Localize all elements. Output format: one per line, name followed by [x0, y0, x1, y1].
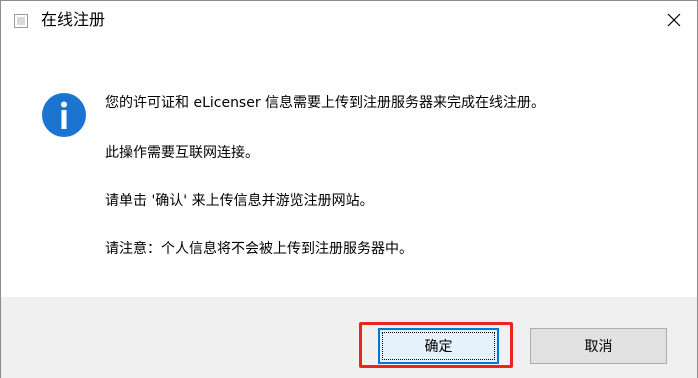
online-registration-dialog: 在线注册 您的许可证和 eLicenser 信息需要上传到注册服务器来完成在线注… [0, 0, 698, 378]
cancel-button-label: 取消 [584, 339, 613, 355]
button-bar: 确定 取消 [1, 297, 697, 378]
info-icon [42, 93, 86, 137]
cancel-button[interactable]: 取消 [530, 328, 667, 364]
ok-button[interactable]: 确定 [378, 328, 499, 364]
message-line-2: 此操作需要互联网连接。 [105, 145, 259, 161]
message-line-1: 您的许可证和 eLicenser 信息需要上传到注册服务器来完成在线注册。 [105, 95, 546, 111]
window-title: 在线注册 [41, 10, 106, 29]
message-area: 您的许可证和 eLicenser 信息需要上传到注册服务器来完成在线注册。 此操… [1, 41, 697, 297]
window-icon [14, 14, 28, 28]
close-icon [667, 13, 681, 27]
message-line-3: 请单击 '确认' 来上传信息并游览注册网站。 [105, 193, 374, 209]
title-bar: 在线注册 [1, 1, 697, 41]
close-button[interactable] [651, 1, 697, 39]
message-line-4: 请注意：个人信息将不会被上传到注册服务器中。 [105, 241, 413, 257]
ok-button-label: 确定 [424, 339, 453, 355]
